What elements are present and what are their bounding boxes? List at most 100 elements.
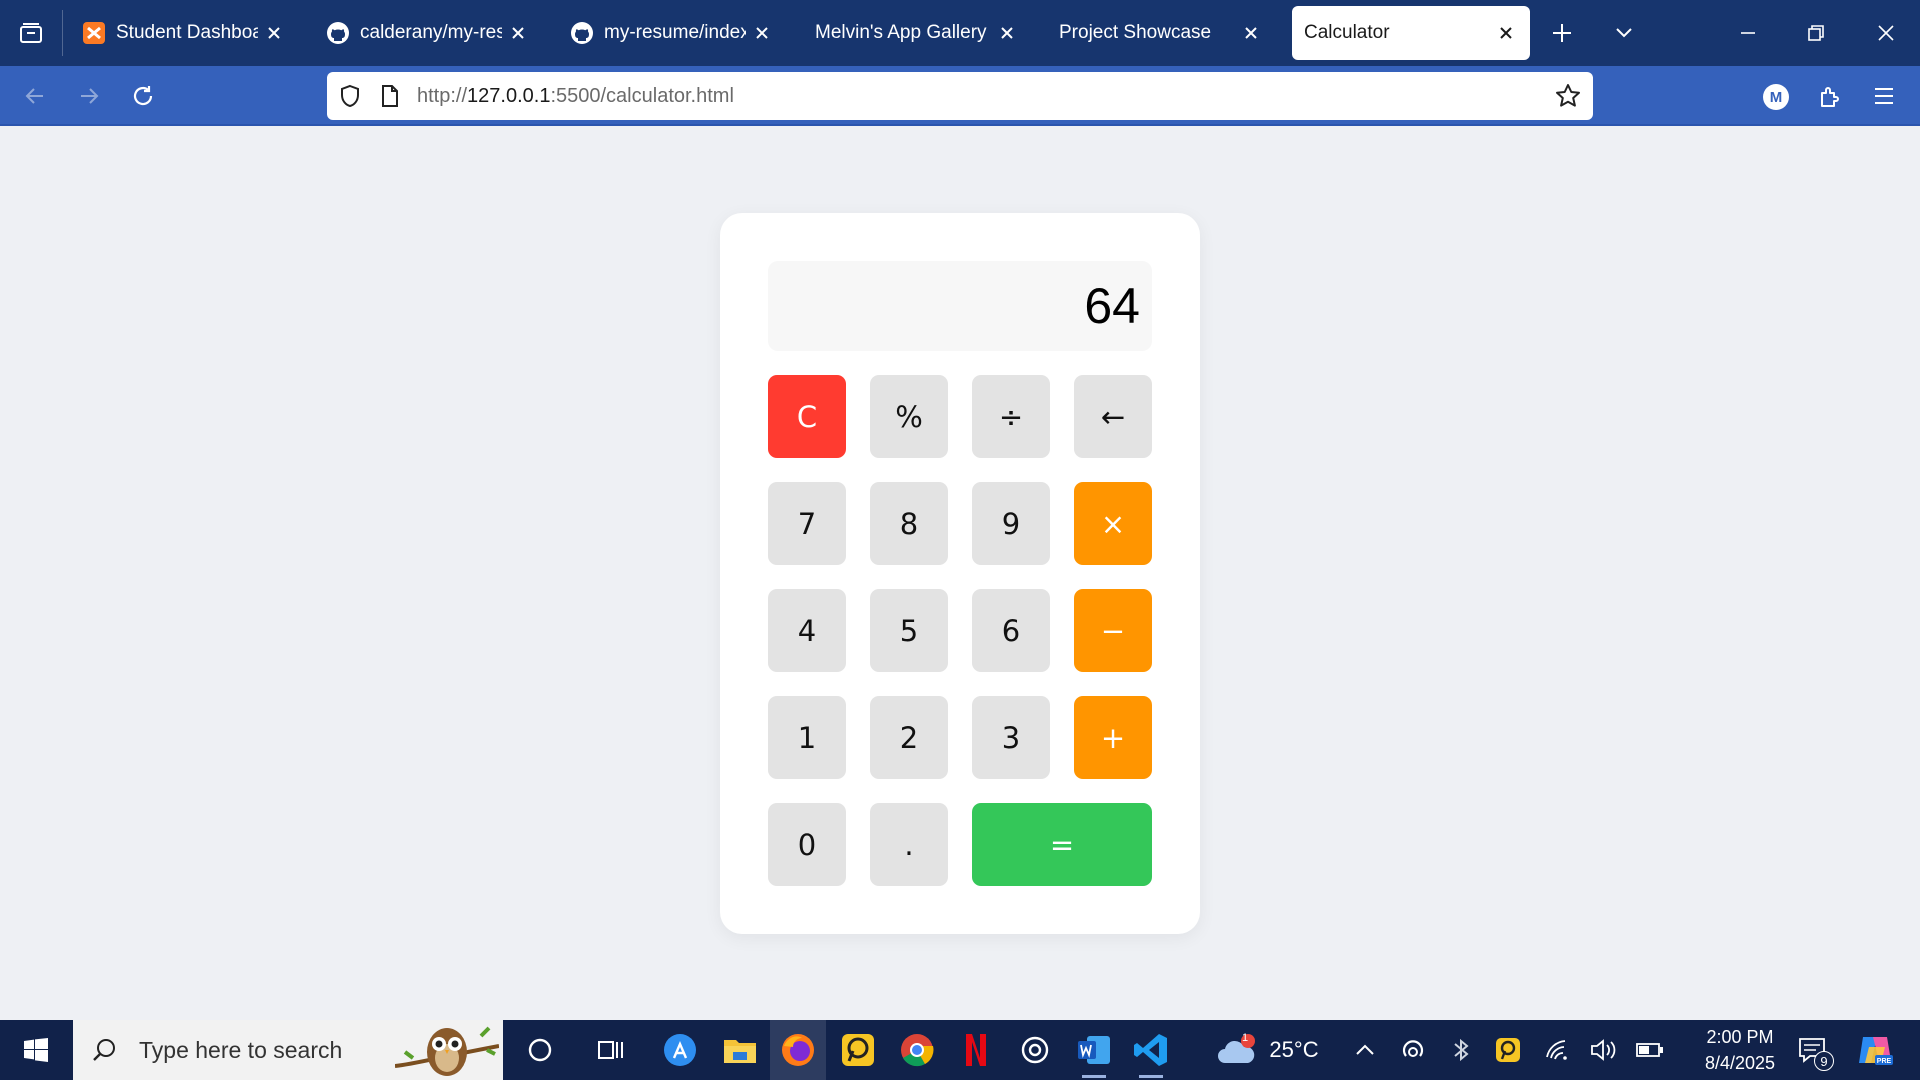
reload-icon[interactable] [125, 78, 161, 114]
bookmark-star-icon[interactable] [1555, 83, 1581, 109]
multiply-button[interactable]: × [1074, 482, 1152, 565]
tab-app-gallery[interactable]: Melvin's App Gallery [803, 6, 1031, 60]
firefox-icon[interactable] [770, 1020, 826, 1080]
minus-button[interactable]: − [1074, 589, 1152, 672]
temperature-label[interactable]: 25°C [1264, 1020, 1324, 1080]
forward-arrow-icon[interactable] [71, 78, 107, 114]
taskbar-search-box[interactable]: Type here to search [73, 1020, 503, 1080]
decimal-button[interactable]: . [870, 803, 948, 886]
clear-button[interactable]: C [768, 375, 846, 458]
equals-button[interactable]: = [972, 803, 1152, 886]
percent-button[interactable]: % [870, 375, 948, 458]
tab-label: calderany/my-resum [360, 22, 502, 43]
calculator-card: 64 C % ÷ ← 7 8 9 × 4 5 6 − 1 2 3 + 0 . = [720, 213, 1200, 934]
tab-label: Project Showcase [1059, 22, 1212, 43]
calculator-display: 64 [768, 261, 1152, 351]
tab-manager-icon[interactable] [0, 0, 62, 66]
plus-button[interactable]: + [1074, 696, 1152, 779]
digit-7-button[interactable]: 7 [768, 482, 846, 565]
chevron-down-icon[interactable] [1608, 17, 1640, 49]
new-tab-icon[interactable] [1546, 17, 1578, 49]
bluetooth-icon[interactable] [1446, 1020, 1476, 1080]
file-explorer-icon[interactable] [720, 1030, 760, 1070]
minimize-icon[interactable] [1714, 0, 1782, 66]
close-window-icon[interactable] [1852, 0, 1920, 66]
taskbar-clock[interactable]: 2:00 PM 8/4/2025 [1680, 1024, 1800, 1076]
running-indicator [1139, 1075, 1163, 1078]
clock-time: 2:00 PM [1706, 1027, 1774, 1047]
notification-count-badge: 9 [1814, 1051, 1834, 1071]
shield-icon[interactable] [337, 83, 363, 109]
clock-date: 8/4/2025 [1704, 1053, 1776, 1073]
weather-badge: 1 [1242, 1032, 1249, 1044]
cortana-icon[interactable] [520, 1030, 560, 1070]
digit-0-button[interactable]: 0 [768, 803, 846, 886]
divide-button[interactable]: ÷ [972, 375, 1050, 458]
url-scheme: http:// [417, 84, 468, 107]
digit-3-button[interactable]: 3 [972, 696, 1050, 779]
battery-icon[interactable] [1634, 1020, 1666, 1080]
tab-label: Melvin's App Gallery [815, 22, 987, 43]
tab-label: Calculator [1304, 22, 1390, 43]
restore-icon[interactable] [1782, 0, 1850, 66]
tab-student-dashboard[interactable]: Student Dashboard [70, 6, 298, 60]
digit-1-button[interactable]: 1 [768, 696, 846, 779]
search-placeholder: Type here to search [139, 1036, 343, 1063]
digit-8-button[interactable]: 8 [870, 482, 948, 565]
tab-calculator[interactable]: Calculator [1292, 6, 1530, 60]
word-icon[interactable] [1074, 1030, 1114, 1078]
url-text[interactable]: http://127.0.0.1:5500/calculator.html [417, 85, 1555, 108]
copilot-icon[interactable]: PRE [1850, 1020, 1900, 1080]
weather-cloud-icon[interactable]: 1 [1214, 1020, 1260, 1080]
windows-taskbar: Type here to search 1 25°C 2:00 PM 8/4/2… [0, 1020, 1920, 1080]
tab-github-index[interactable]: my-resume/index.ht [558, 6, 786, 60]
wifi-icon[interactable] [1542, 1020, 1574, 1080]
notifications-icon[interactable]: 9 [1792, 1020, 1834, 1080]
backspace-button[interactable]: ← [1074, 375, 1152, 458]
volume-icon[interactable] [1588, 1020, 1620, 1080]
browser-tab-bar: Student Dashboard calderany/my-resum my-… [0, 0, 1920, 66]
pdf-tray-icon[interactable] [1492, 1020, 1524, 1080]
github-icon [570, 21, 594, 45]
xampp-icon [82, 21, 106, 45]
search-icon [89, 1035, 119, 1065]
windows-start-icon[interactable] [0, 1020, 72, 1080]
sync-icon[interactable] [1398, 1020, 1428, 1080]
page-icon[interactable] [377, 83, 403, 109]
app-store-icon[interactable] [660, 1030, 700, 1070]
owl-illustration-icon [395, 1026, 499, 1076]
show-hidden-icons-chevron-icon[interactable] [1350, 1020, 1380, 1080]
digit-9-button[interactable]: 9 [972, 482, 1050, 565]
close-tab-icon[interactable] [1239, 21, 1263, 45]
task-view-icon[interactable] [591, 1030, 631, 1070]
tab-github-repo[interactable]: calderany/my-resum [314, 6, 542, 60]
extensions-icon[interactable] [1812, 78, 1848, 114]
account-avatar[interactable]: M [1763, 84, 1789, 110]
chatgpt-icon[interactable] [1015, 1030, 1055, 1070]
digit-4-button[interactable]: 4 [768, 589, 846, 672]
digit-5-button[interactable]: 5 [870, 589, 948, 672]
browser-toolbar: http://127.0.0.1:5500/calculator.html M [0, 66, 1920, 126]
tab-label: my-resume/index.ht [604, 22, 746, 43]
digit-2-button[interactable]: 2 [870, 696, 948, 779]
close-tab-icon[interactable] [750, 21, 774, 45]
svg-text:PRE: PRE [1877, 1058, 1892, 1065]
digit-6-button[interactable]: 6 [972, 589, 1050, 672]
tab-project-showcase[interactable]: Project Showcase [1047, 6, 1275, 60]
close-tab-icon[interactable] [1494, 21, 1518, 45]
vscode-icon[interactable] [1131, 1030, 1171, 1078]
menu-icon[interactable] [1866, 78, 1902, 114]
address-bar[interactable]: http://127.0.0.1:5500/calculator.html [327, 72, 1593, 120]
url-path: :5500/calculator.html [550, 84, 734, 107]
url-host: 127.0.0.1 [467, 84, 551, 107]
pdf-reader-icon[interactable] [838, 1030, 878, 1070]
github-icon [326, 21, 350, 45]
back-arrow-icon[interactable] [17, 78, 53, 114]
close-tab-icon[interactable] [506, 21, 530, 45]
chrome-icon[interactable] [897, 1030, 937, 1070]
tab-separator [62, 10, 63, 56]
netflix-icon[interactable] [956, 1030, 996, 1070]
close-tab-icon[interactable] [262, 21, 286, 45]
running-indicator [1082, 1075, 1106, 1078]
close-tab-icon[interactable] [995, 21, 1019, 45]
